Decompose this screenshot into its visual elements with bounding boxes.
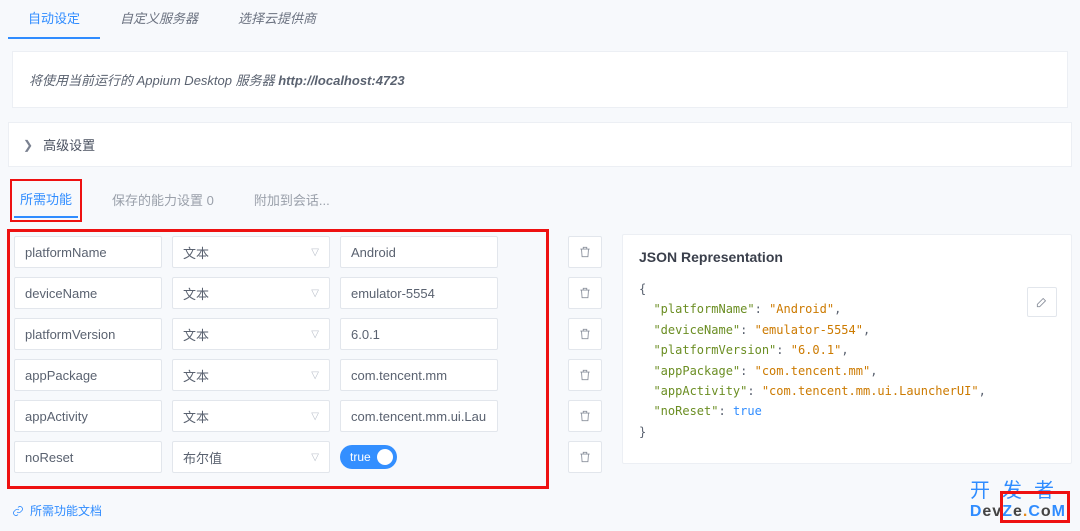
cap-row: appPackage 文本▽ bbox=[14, 359, 542, 391]
watermark-en: DevZe.CoM bbox=[970, 503, 1066, 521]
tab-custom-server[interactable]: 自定义服务器 bbox=[100, 0, 218, 39]
delete-column bbox=[568, 230, 602, 473]
json-title: JSON Representation bbox=[639, 249, 1055, 265]
server-info-prefix: 将使用当前运行的 Appium Desktop 服务器 bbox=[29, 73, 278, 88]
delete-row-button[interactable] bbox=[568, 400, 602, 432]
delete-row-button[interactable] bbox=[568, 441, 602, 473]
cap-value-input[interactable] bbox=[340, 236, 498, 268]
edit-json-button[interactable] bbox=[1027, 287, 1057, 317]
tab-cloud-provider[interactable]: 选择云提供商 bbox=[218, 0, 336, 39]
top-tabs: 自动设定 自定义服务器 选择云提供商 bbox=[0, 0, 1080, 39]
cap-value-input[interactable] bbox=[340, 277, 498, 309]
delete-row-button[interactable] bbox=[568, 236, 602, 268]
cap-name-input[interactable]: appActivity bbox=[14, 400, 162, 432]
server-info-url: http://localhost:4723 bbox=[278, 73, 404, 88]
watermark: 开发者 DevZe.CoM bbox=[970, 474, 1066, 521]
toggle-label: true bbox=[350, 450, 371, 464]
chevron-down-icon: ▽ bbox=[311, 247, 319, 258]
cap-type-select[interactable]: 文本▽ bbox=[172, 236, 330, 268]
server-info-banner: 将使用当前运行的 Appium Desktop 服务器 http://local… bbox=[12, 51, 1068, 108]
advanced-settings-toggle[interactable]: ❯ 高级设置 bbox=[8, 122, 1072, 167]
caps-docs-link[interactable]: 所需功能文档 bbox=[12, 502, 102, 519]
cap-type-select[interactable]: 文本▽ bbox=[172, 359, 330, 391]
caps-docs-label: 所需功能文档 bbox=[30, 502, 102, 519]
capabilities-form: platformName 文本▽ deviceName 文本▽ platform… bbox=[8, 230, 548, 488]
cap-name-input[interactable]: deviceName bbox=[14, 277, 162, 309]
chevron-down-icon: ▽ bbox=[311, 329, 319, 340]
cap-name-input[interactable]: platformVersion bbox=[14, 318, 162, 350]
subtab-desired-caps[interactable]: 所需功能 bbox=[14, 183, 78, 218]
chevron-right-icon: ❯ bbox=[23, 138, 33, 152]
cap-type-select[interactable]: 文本▽ bbox=[172, 400, 330, 432]
cap-name-input[interactable]: appPackage bbox=[14, 359, 162, 391]
cap-row: platformVersion 文本▽ bbox=[14, 318, 542, 350]
cap-row: platformName 文本▽ bbox=[14, 236, 542, 268]
chevron-down-icon: ▽ bbox=[311, 452, 319, 463]
toggle-knob bbox=[377, 449, 393, 465]
subtabs: 所需功能 保存的能力设置 0 附加到会话... bbox=[4, 181, 1080, 226]
cap-type-select[interactable]: 文本▽ bbox=[172, 277, 330, 309]
chevron-down-icon: ▽ bbox=[311, 370, 319, 381]
subtab-attach-session[interactable]: 附加到会话... bbox=[248, 184, 336, 217]
cap-type-select[interactable]: 布尔值▽ bbox=[172, 441, 330, 473]
subtab-saved-caps[interactable]: 保存的能力设置 0 bbox=[106, 184, 220, 217]
advanced-settings-label: 高级设置 bbox=[43, 135, 95, 154]
watermark-cn: 开发者 bbox=[970, 474, 1066, 503]
cap-row: noReset 布尔值▽ true bbox=[14, 441, 542, 473]
delete-row-button[interactable] bbox=[568, 318, 602, 350]
cap-name-input[interactable]: platformName bbox=[14, 236, 162, 268]
cap-value-input[interactable] bbox=[340, 400, 498, 432]
link-icon bbox=[12, 505, 24, 517]
cap-bool-toggle[interactable]: true bbox=[340, 445, 397, 469]
cap-row: appActivity 文本▽ bbox=[14, 400, 542, 432]
cap-value-input[interactable] bbox=[340, 359, 498, 391]
cap-type-select[interactable]: 文本▽ bbox=[172, 318, 330, 350]
cap-value-input[interactable] bbox=[340, 318, 498, 350]
tab-auto[interactable]: 自动设定 bbox=[8, 0, 100, 39]
delete-row-button[interactable] bbox=[568, 277, 602, 309]
chevron-down-icon: ▽ bbox=[311, 411, 319, 422]
chevron-down-icon: ▽ bbox=[311, 288, 319, 299]
delete-row-button[interactable] bbox=[568, 359, 602, 391]
json-panel: JSON Representation { "platformName": "A… bbox=[622, 234, 1072, 464]
cap-name-input[interactable]: noReset bbox=[14, 441, 162, 473]
json-code: { "platformName": "Android", "deviceName… bbox=[639, 279, 1055, 442]
cap-row: deviceName 文本▽ bbox=[14, 277, 542, 309]
